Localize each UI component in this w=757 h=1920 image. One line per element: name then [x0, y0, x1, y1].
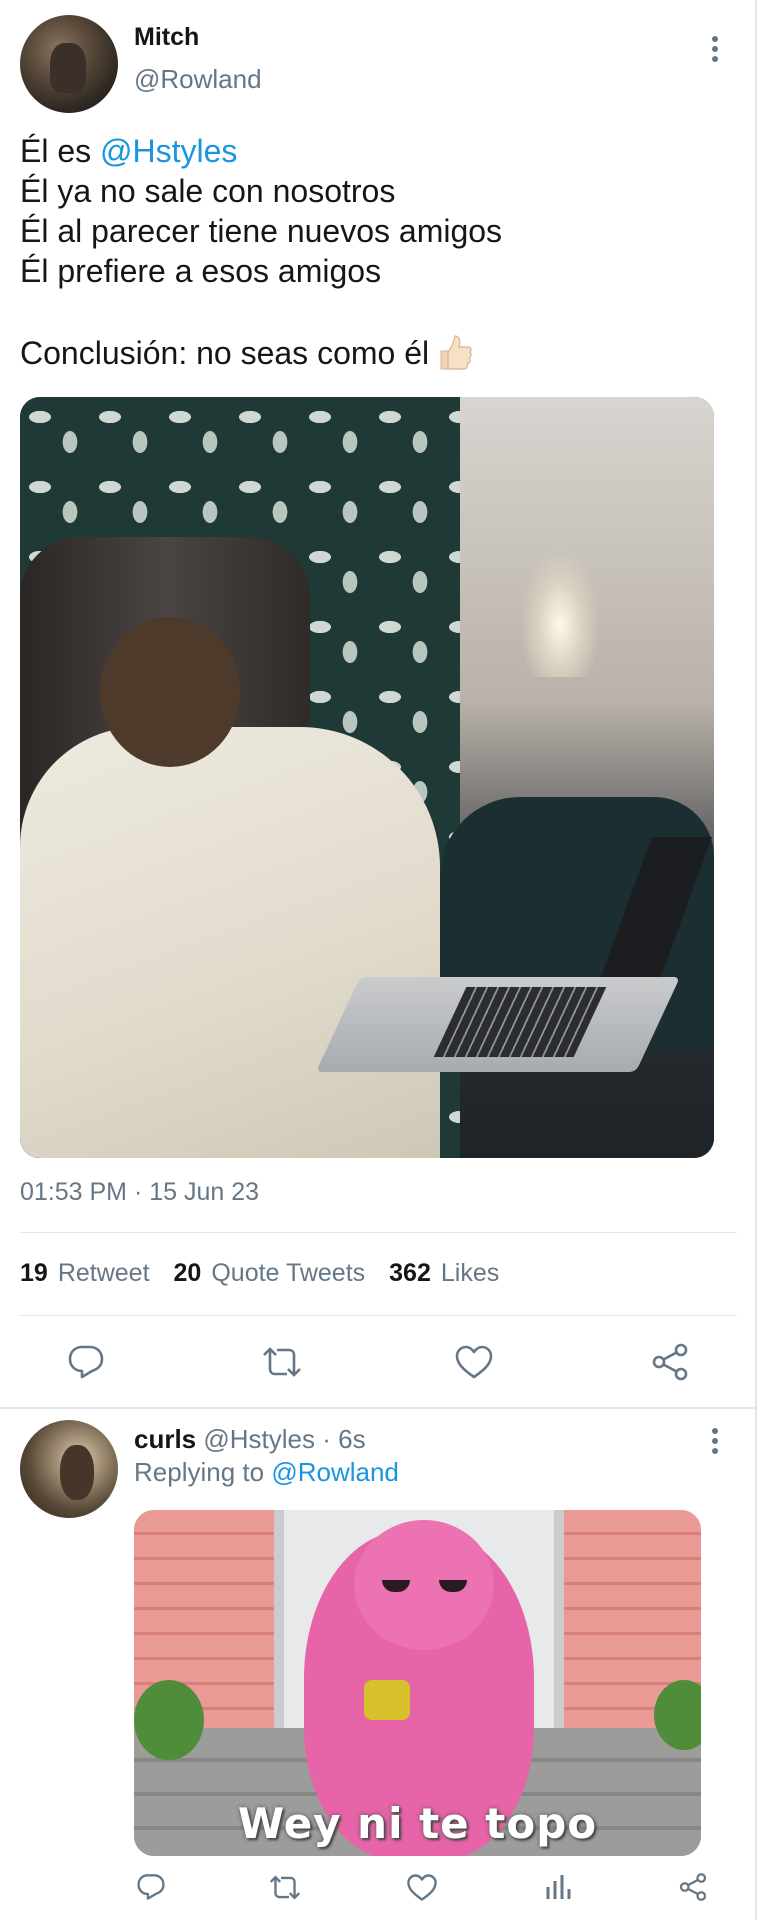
- photo-chandelier: [520, 547, 600, 677]
- section-divider: [0, 1407, 755, 1409]
- photo-character-head: [354, 1520, 494, 1650]
- reply-icon[interactable]: [62, 1340, 110, 1384]
- reply-icon[interactable]: [134, 1870, 168, 1904]
- tweet-line: Él prefiere a esos amigos: [20, 253, 382, 289]
- tweet-detail-page: Mitch @Rowland Él es @Hstyles Él ya no s…: [0, 0, 757, 1920]
- tweet-conclusion: Conclusión: no seas como él: [20, 333, 473, 373]
- photo-person: [20, 727, 440, 1158]
- tweet-line: Él ya no sale con nosotros: [20, 173, 396, 209]
- reply-author-line: curls @Hstyles · 6s: [134, 1424, 366, 1455]
- share-icon[interactable]: [676, 1870, 710, 1904]
- reply-author-name[interactable]: curls: [134, 1424, 196, 1454]
- retweet-icon[interactable]: [268, 1870, 302, 1904]
- photo-caption: Wey ni te topo: [237, 1799, 598, 1848]
- replying-to-line: Replying to @Rowland: [134, 1457, 399, 1488]
- retweet-label[interactable]: Retweet: [58, 1259, 150, 1288]
- photo-head: [100, 617, 240, 767]
- reply-more-options-icon[interactable]: [710, 1428, 720, 1454]
- reply-photo[interactable]: Wey ni te topo: [134, 1510, 701, 1856]
- more-options-icon[interactable]: [710, 36, 720, 62]
- tweet-text: Él es @Hstyles Él ya no sale con nosotro…: [20, 131, 502, 291]
- thumbs-up-icon: [437, 333, 473, 373]
- photo-bush: [134, 1680, 204, 1760]
- like-icon[interactable]: [405, 1870, 439, 1904]
- replying-to-mention[interactable]: @Rowland: [271, 1457, 399, 1487]
- conclusion-text: Conclusión: no seas como él: [20, 335, 430, 371]
- tweet-timestamp[interactable]: 01:53 PM · 15 Jun 23: [20, 1178, 259, 1207]
- tweet-line: Él al parecer tiene nuevos amigos: [20, 213, 503, 249]
- tweet-photo[interactable]: [20, 397, 714, 1158]
- photo-microphone: [364, 1680, 410, 1720]
- author-display-name[interactable]: Mitch: [134, 23, 199, 52]
- replying-to-prefix: Replying to: [134, 1457, 272, 1487]
- like-count[interactable]: 362: [389, 1259, 431, 1288]
- reply-author-avatar[interactable]: [20, 1420, 118, 1518]
- quote-label[interactable]: Quote Tweets: [211, 1259, 365, 1288]
- share-icon[interactable]: [646, 1340, 694, 1384]
- divider: [20, 1232, 737, 1233]
- like-label[interactable]: Likes: [441, 1259, 499, 1288]
- author-handle[interactable]: @Rowland: [134, 64, 262, 95]
- analytics-icon[interactable]: [541, 1870, 575, 1904]
- retweet-icon[interactable]: [258, 1340, 306, 1384]
- reply-author-handle-time[interactable]: @Hstyles · 6s: [203, 1424, 365, 1454]
- author-avatar[interactable]: [20, 15, 118, 113]
- quote-count[interactable]: 20: [174, 1259, 202, 1288]
- retweet-count[interactable]: 19: [20, 1259, 48, 1288]
- like-icon[interactable]: [450, 1340, 498, 1384]
- mention-link[interactable]: @Hstyles: [100, 133, 237, 169]
- divider: [20, 1315, 737, 1316]
- tweet-stats: 19 Retweet 20 Quote Tweets 362 Likes: [20, 1259, 523, 1288]
- tweet-text-prefix: Él es: [20, 133, 101, 169]
